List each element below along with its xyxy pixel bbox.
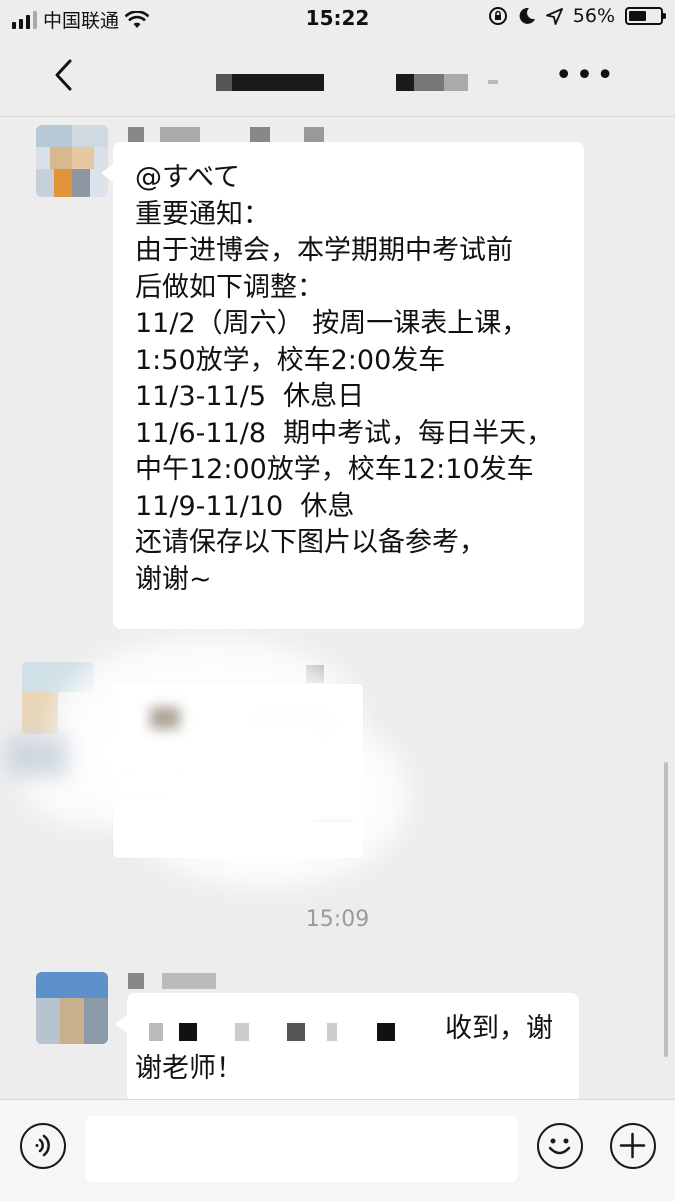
message-line: 谢谢~ bbox=[135, 563, 212, 595]
emoji-icon bbox=[548, 1138, 571, 1155]
location-arrow-icon bbox=[545, 7, 563, 25]
battery-fill bbox=[629, 11, 646, 21]
plus-button[interactable] bbox=[610, 1123, 656, 1169]
scroll-indicator[interactable] bbox=[664, 762, 668, 1057]
more-dots-icon: ••• bbox=[554, 58, 617, 93]
message-line: 11/3-11/5 休息日 bbox=[135, 381, 365, 412]
message-line: 后做如下调整： bbox=[135, 271, 324, 303]
message-line: 1:50放学，校车2:00发车 bbox=[135, 344, 446, 376]
chat-area[interactable]: @すべて 重要通知： 由于进博会，本学期期中考试前 后做如下调整： 11/2（周… bbox=[0, 117, 675, 1099]
back-button[interactable] bbox=[52, 58, 86, 92]
message-line: 由于进博会，本学期期中考试前 bbox=[135, 235, 513, 266]
status-bar: 中国联通 15:22 56% bbox=[0, 0, 675, 36]
message-input[interactable] bbox=[86, 1116, 518, 1182]
message-timestamp: 15:09 bbox=[305, 907, 370, 932]
reply-bubble[interactable]: 收到，谢 谢老师！ bbox=[115, 993, 579, 1099]
message-line: 11/9-11/10 休息 bbox=[135, 490, 355, 522]
plus-icon bbox=[619, 1132, 646, 1159]
battery-icon bbox=[625, 7, 666, 25]
status-right: 56% bbox=[488, 5, 666, 27]
back-arrow-icon bbox=[55, 59, 72, 91]
avatar[interactable] bbox=[36, 125, 108, 197]
message-line: 11/2（周六） 按周一课表上课， bbox=[135, 308, 529, 339]
input-bar bbox=[0, 1099, 675, 1201]
chat-nav-bar: ••• bbox=[0, 36, 675, 117]
voice-icon bbox=[35, 1134, 50, 1157]
announcement-text: @すべて 重要通知： 由于进博会，本学期期中考试前 后做如下调整： 11/2（周… bbox=[135, 160, 553, 598]
avatar[interactable] bbox=[36, 972, 108, 1044]
message-line: 还请保存以下图片以备参考， bbox=[135, 527, 486, 558]
rotation-lock-icon bbox=[488, 7, 507, 25]
message-line: 中午12:00放学，校车12:10发车 bbox=[135, 454, 534, 485]
more-button[interactable]: ••• bbox=[555, 61, 617, 91]
battery-percent: 56% bbox=[572, 5, 615, 27]
reply-text-line1: 收到，谢 bbox=[445, 1013, 553, 1044]
message-line: @すべて bbox=[135, 162, 241, 193]
message-line: 11/6-11/8 期中考试，每日半天， bbox=[135, 417, 554, 449]
emoji-button[interactable] bbox=[537, 1123, 583, 1169]
announcement-bubble[interactable]: @すべて 重要通知： 由于进博会，本学期期中考试前 后做如下调整： 11/2（周… bbox=[101, 142, 584, 629]
reply-text-line2: 谢老师！ bbox=[135, 1053, 243, 1084]
voice-button[interactable] bbox=[20, 1123, 66, 1169]
moon-icon bbox=[519, 7, 535, 24]
message-line: 重要通知： bbox=[135, 198, 270, 230]
